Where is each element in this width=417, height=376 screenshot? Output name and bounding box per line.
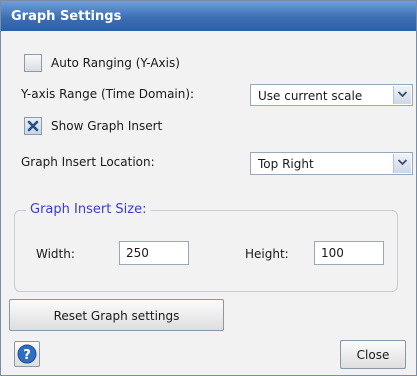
svg-text:?: ? (23, 348, 31, 363)
graph-insert-size-title: Graph Insert Size: (26, 202, 151, 217)
show-graph-insert-checkbox[interactable] (24, 117, 42, 135)
help-button[interactable]: ? (14, 341, 40, 367)
height-label: Height: (245, 247, 289, 261)
graph-insert-location-select[interactable]: Top Right (250, 152, 413, 175)
reset-graph-settings-button[interactable]: Reset Graph settings (9, 299, 224, 331)
y-axis-range-label: Y-axis Range (Time Domain): (21, 87, 195, 101)
y-axis-range-select[interactable]: Use current scale (250, 84, 413, 106)
check-x-icon (27, 120, 39, 132)
y-axis-range-value: Use current scale (258, 89, 363, 103)
graph-insert-location-value: Top Right (258, 157, 314, 171)
width-label: Width: (36, 247, 75, 261)
chevron-down-icon[interactable] (393, 86, 411, 104)
width-input[interactable]: 250 (119, 241, 189, 265)
chevron-down-icon[interactable] (393, 154, 411, 173)
show-graph-insert-label: Show Graph Insert (51, 119, 163, 133)
auto-ranging-checkbox[interactable] (24, 54, 42, 72)
graph-settings-dialog: Graph Settings Auto Ranging (Y-Axis) Y-a… (0, 0, 417, 376)
height-input[interactable]: 100 (314, 241, 384, 265)
close-button[interactable]: Close (340, 340, 406, 369)
dialog-title: Graph Settings (1, 1, 416, 31)
graph-insert-location-label: Graph Insert Location: (21, 155, 155, 169)
help-icon: ? (17, 344, 37, 364)
auto-ranging-label: Auto Ranging (Y-Axis) (51, 56, 180, 70)
